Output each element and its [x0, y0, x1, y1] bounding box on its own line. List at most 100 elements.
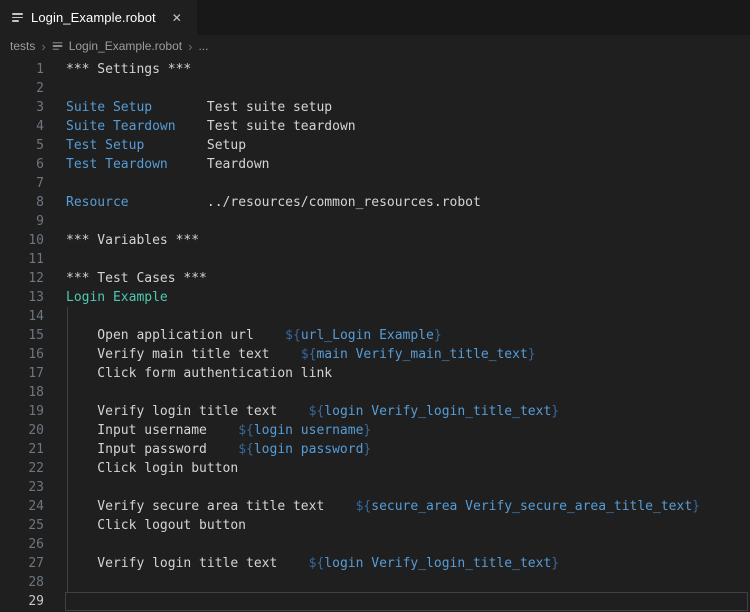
- indent-guide: [67, 554, 68, 573]
- code-line[interactable]: 9: [0, 212, 750, 231]
- token-setting-keyword: Resource: [66, 195, 129, 210]
- line-number[interactable]: 18: [0, 383, 44, 402]
- token-variable-delimiter: ${: [285, 328, 301, 343]
- line-number[interactable]: 23: [0, 478, 44, 497]
- line-number[interactable]: 13: [0, 288, 44, 307]
- indent-guide: [67, 364, 68, 383]
- code-line[interactable]: 20 Input username ${login username}: [0, 421, 750, 440]
- line-number[interactable]: 1: [0, 60, 44, 79]
- code-line[interactable]: 6 Test Teardown Teardown: [0, 155, 750, 174]
- code-line[interactable]: 22 Click login button: [0, 459, 750, 478]
- line-number[interactable]: 10: [0, 231, 44, 250]
- indent-guide: [67, 421, 68, 440]
- line-number[interactable]: 9: [0, 212, 44, 231]
- line-number[interactable]: 8: [0, 193, 44, 212]
- line-number[interactable]: 24: [0, 497, 44, 516]
- code-editor[interactable]: 1 *** Settings *** 2 3 Suite Setup Test suit…: [0, 57, 750, 612]
- code-line[interactable]: 11: [0, 250, 750, 269]
- token-variable-name: login Verify_login_title_text: [324, 556, 552, 571]
- token-variable-delimiter: ${: [238, 423, 254, 438]
- line-number[interactable]: 14: [0, 307, 44, 326]
- token-section-header: *** Variables ***: [66, 233, 200, 248]
- code-content: Verify login title text ${login Verify_l…: [66, 554, 750, 573]
- token-plain-text: Input username: [66, 423, 239, 438]
- editor-tab[interactable]: Login_Example.robot ✕: [0, 0, 198, 35]
- line-number[interactable]: 22: [0, 459, 44, 478]
- line-number[interactable]: 12: [0, 269, 44, 288]
- code-line[interactable]: 19 Verify login title text ${login Verif…: [0, 402, 750, 421]
- code-line[interactable]: 23: [0, 478, 750, 497]
- line-number[interactable]: 16: [0, 345, 44, 364]
- tab-title: Login_Example.robot: [31, 10, 156, 25]
- line-number[interactable]: 29: [0, 592, 44, 611]
- code-line[interactable]: 4 Suite Teardown Test suite teardown: [0, 117, 750, 136]
- code-line[interactable]: 29: [0, 592, 750, 611]
- token-plain-text: Click logout button: [66, 518, 247, 533]
- code-content: Input username ${login username}: [66, 421, 750, 440]
- token-variable-delimiter: ${: [300, 347, 317, 362]
- code-line[interactable]: 15 Open application url ${url_Login Exam…: [0, 326, 750, 345]
- token-plain-text: Verify main title text: [66, 347, 301, 362]
- code-content: Click login button: [66, 459, 750, 478]
- line-number[interactable]: 19: [0, 402, 44, 421]
- code-line[interactable]: 10 *** Variables ***: [0, 231, 750, 250]
- code-content: Input password ${login password}: [66, 440, 750, 459]
- code-line[interactable]: 25 Click logout button: [0, 516, 750, 535]
- breadcrumb-file[interactable]: Login_Example.robot: [52, 39, 182, 53]
- token-setting-keyword: Suite Teardown: [66, 119, 176, 134]
- tab-close-icon[interactable]: ✕: [169, 10, 185, 26]
- code-line[interactable]: 1 *** Settings ***: [0, 60, 750, 79]
- robot-file-icon: [12, 11, 24, 25]
- token-plain-text: Click form authentication link: [66, 366, 333, 381]
- code-line[interactable]: 13 Login Example: [0, 288, 750, 307]
- code-line[interactable]: 5 Test Setup Setup: [0, 136, 750, 155]
- token-plain-text: Test suite setup: [152, 100, 333, 115]
- code-line[interactable]: 17 Click form authentication link: [0, 364, 750, 383]
- indent-guide: [67, 307, 68, 326]
- line-number[interactable]: 11: [0, 250, 44, 269]
- code-content: Verify secure area title text ${secure_a…: [66, 497, 750, 516]
- code-line[interactable]: 7: [0, 174, 750, 193]
- token-variable-delimiter: }: [551, 556, 560, 571]
- code-line[interactable]: 2: [0, 79, 750, 98]
- code-line[interactable]: 12 *** Test Cases ***: [0, 269, 750, 288]
- code-content: [66, 535, 750, 554]
- line-number[interactable]: 26: [0, 535, 44, 554]
- breadcrumb-symbol[interactable]: ...: [198, 39, 208, 53]
- line-number[interactable]: 3: [0, 98, 44, 117]
- line-number[interactable]: 7: [0, 174, 44, 193]
- line-number[interactable]: 27: [0, 554, 44, 573]
- indent-guide: [67, 402, 68, 421]
- code-line[interactable]: 16 Verify main title text ${main Verify_…: [0, 345, 750, 364]
- line-number[interactable]: 21: [0, 440, 44, 459]
- line-number[interactable]: 17: [0, 364, 44, 383]
- code-line[interactable]: 3 Suite Setup Test suite setup: [0, 98, 750, 117]
- line-number[interactable]: 28: [0, 573, 44, 592]
- line-number[interactable]: 6: [0, 155, 44, 174]
- code-line[interactable]: 28: [0, 573, 750, 592]
- code-content: Test Setup Setup: [66, 136, 750, 155]
- line-number[interactable]: 2: [0, 79, 44, 98]
- code-line[interactable]: 14: [0, 307, 750, 326]
- code-line[interactable]: 8 Resource ../resources/common_resources.…: [0, 193, 750, 212]
- line-number[interactable]: 25: [0, 516, 44, 535]
- code-content: [66, 383, 750, 402]
- token-plain-text: ../resources/common_resources.robot: [128, 195, 481, 210]
- code-content: Verify login title text ${login Verify_l…: [66, 402, 750, 421]
- code-line[interactable]: 26: [0, 535, 750, 554]
- token-section-header: *** Test Cases ***: [66, 271, 207, 286]
- line-number[interactable]: 15: [0, 326, 44, 345]
- code-line[interactable]: 21 Input password ${login password}: [0, 440, 750, 459]
- token-plain-text: Test suite teardown: [175, 119, 356, 134]
- breadcrumb-folder[interactable]: tests: [10, 39, 35, 53]
- token-plain-text: Verify secure area title text: [66, 499, 356, 514]
- code-line[interactable]: 18: [0, 383, 750, 402]
- line-number[interactable]: 20: [0, 421, 44, 440]
- token-variable-delimiter: }: [551, 404, 560, 419]
- line-number[interactable]: 5: [0, 136, 44, 155]
- line-number[interactable]: 4: [0, 117, 44, 136]
- indent-guide: [67, 573, 68, 592]
- code-content: [66, 250, 750, 269]
- code-line[interactable]: 27 Verify login title text ${login Verif…: [0, 554, 750, 573]
- code-line[interactable]: 24 Verify secure area title text ${secur…: [0, 497, 750, 516]
